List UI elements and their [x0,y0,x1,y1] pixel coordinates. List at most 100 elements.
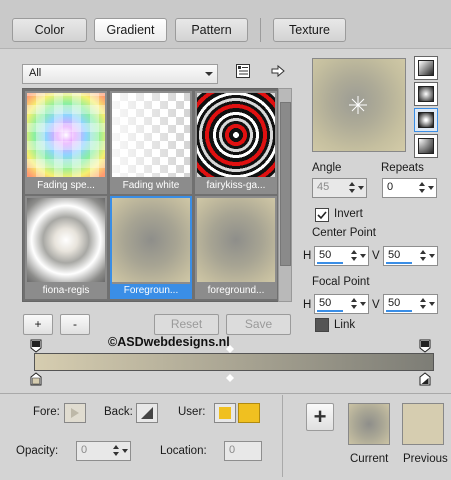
panel-divider [282,395,283,477]
gradient-filter-dropdown[interactable]: All [22,64,218,84]
style-radial-button[interactable] [414,134,438,158]
user-swatch-1[interactable] [214,403,236,423]
spin-down-icon[interactable] [351,305,357,309]
opacity-spinner[interactable]: 0 [76,441,131,461]
focal-v-spinner[interactable]: 50 [383,294,438,314]
gradient-item[interactable]: fiona-regis [25,196,107,299]
chevron-down-icon[interactable] [358,186,364,190]
reset-button[interactable]: Reset [154,314,219,335]
center-v-progress [386,262,412,264]
opacity-stop-left-icon[interactable] [30,339,42,353]
focal-v-value: 50 [388,297,401,309]
save-button[interactable]: Save [226,314,291,335]
spin-up-icon[interactable] [351,250,357,254]
repeats-label: Repeats [381,162,424,174]
gradient-bar-fill [35,354,433,370]
spin-up-icon[interactable] [349,182,355,186]
tab-gradient[interactable]: Gradient [94,18,167,42]
spin-up-icon[interactable] [420,298,426,302]
focal-point-label: Focal Point [312,276,370,288]
scrollbar-thumb[interactable] [280,102,291,266]
color-stop-left-icon[interactable] [30,372,42,386]
opacity-midpoint-icon[interactable] [226,344,234,353]
gradient-name: fairykiss-ga... [206,180,266,191]
color-stop-right-icon[interactable] [419,372,431,386]
gradient-bar[interactable] [34,353,434,371]
center-crosshair-icon[interactable] [348,95,368,115]
current-gradient-swatch[interactable] [348,403,390,445]
chevron-down-icon[interactable] [122,449,128,453]
tab-color[interactable]: Color [12,18,87,42]
remove-button[interactable]: - [60,314,90,335]
angle-value: 45 [317,181,330,193]
chevron-down-icon [205,72,213,76]
spin-up-icon[interactable] [419,182,425,186]
spin-down-icon[interactable] [351,257,357,261]
previous-label: Previous [403,453,448,465]
gradient-thumbnail [197,93,275,177]
invert-label: Invert [334,208,363,220]
focal-v-progress [386,310,412,312]
plus-icon: + [313,404,327,429]
opacity-stop-right-icon[interactable] [419,339,431,353]
gradient-item-selected[interactable]: Foregroun... [110,196,192,299]
linear-style-icon [418,60,434,76]
link-checkbox[interactable] [315,318,329,332]
focal-h-value: 50 [319,297,332,309]
gradient-item[interactable]: fairykiss-ga... [195,91,277,194]
spin-down-icon[interactable] [113,452,119,456]
gradient-name: Foregroun... [110,284,192,298]
spin-up-icon[interactable] [351,298,357,302]
list-view-icon[interactable] [235,63,251,79]
center-v-spinner[interactable]: 50 [383,246,438,266]
fore-swatch[interactable] [64,403,86,423]
add-to-library-button[interactable]: + [306,403,334,431]
chevron-down-icon[interactable] [429,302,435,306]
location-field[interactable]: 0 [224,441,262,461]
style-sunburst-button[interactable] [414,108,438,132]
add-button[interactable]: + [23,314,53,335]
arrow-right-icon[interactable] [270,64,286,78]
center-h-spinner[interactable]: 50 [314,246,369,266]
gradient-item[interactable]: Fading spe... [25,91,107,194]
chevron-down-icon[interactable] [360,302,366,306]
color-midpoint-icon[interactable] [226,373,234,382]
previous-gradient-swatch[interactable] [402,403,444,445]
spin-down-icon[interactable] [420,305,426,309]
style-linear-button[interactable] [414,56,438,80]
spin-down-icon[interactable] [419,189,425,193]
opacity-value: 0 [81,444,88,456]
rectangular-style-icon [418,86,434,102]
invert-checkbox[interactable] [315,208,329,222]
tab-pattern[interactable]: Pattern [175,18,248,42]
gradient-item[interactable]: foreground... [195,196,277,299]
gradient-name: fiona-regis [42,285,90,296]
gradient-thumbnail [112,198,190,282]
gradient-library: Fading spe... Fading white fairykiss-ga.… [22,88,279,302]
angle-spinner[interactable]: 45 [312,178,367,198]
focal-h-spinner[interactable]: 50 [314,294,369,314]
chevron-down-icon[interactable] [428,186,434,190]
chevron-down-icon[interactable] [429,254,435,258]
focal-v-label: V [372,299,380,311]
gradient-filter-value: All [29,67,42,79]
link-label: Link [334,319,356,331]
current-label: Current [350,453,389,465]
gradient-preview[interactable] [312,58,406,152]
tab-texture[interactable]: Texture [273,18,346,42]
repeats-spinner[interactable]: 0 [382,178,437,198]
spin-up-icon[interactable] [113,445,119,449]
sunburst-style-icon [418,112,434,128]
user-swatch-2[interactable] [238,403,260,423]
focal-h-label: H [303,299,312,311]
back-swatch[interactable] [136,403,158,423]
chevron-down-icon[interactable] [360,254,366,258]
style-rectangular-button[interactable] [414,82,438,106]
watermark-text: ©ASDwebdesigns.nl [108,335,230,349]
spin-up-icon[interactable] [420,250,426,254]
gradient-name: Fading white [122,180,180,191]
spin-down-icon[interactable] [420,257,426,261]
spin-down-icon[interactable] [349,189,355,193]
library-scrollbar[interactable] [278,88,292,302]
gradient-item[interactable]: Fading white [110,91,192,194]
